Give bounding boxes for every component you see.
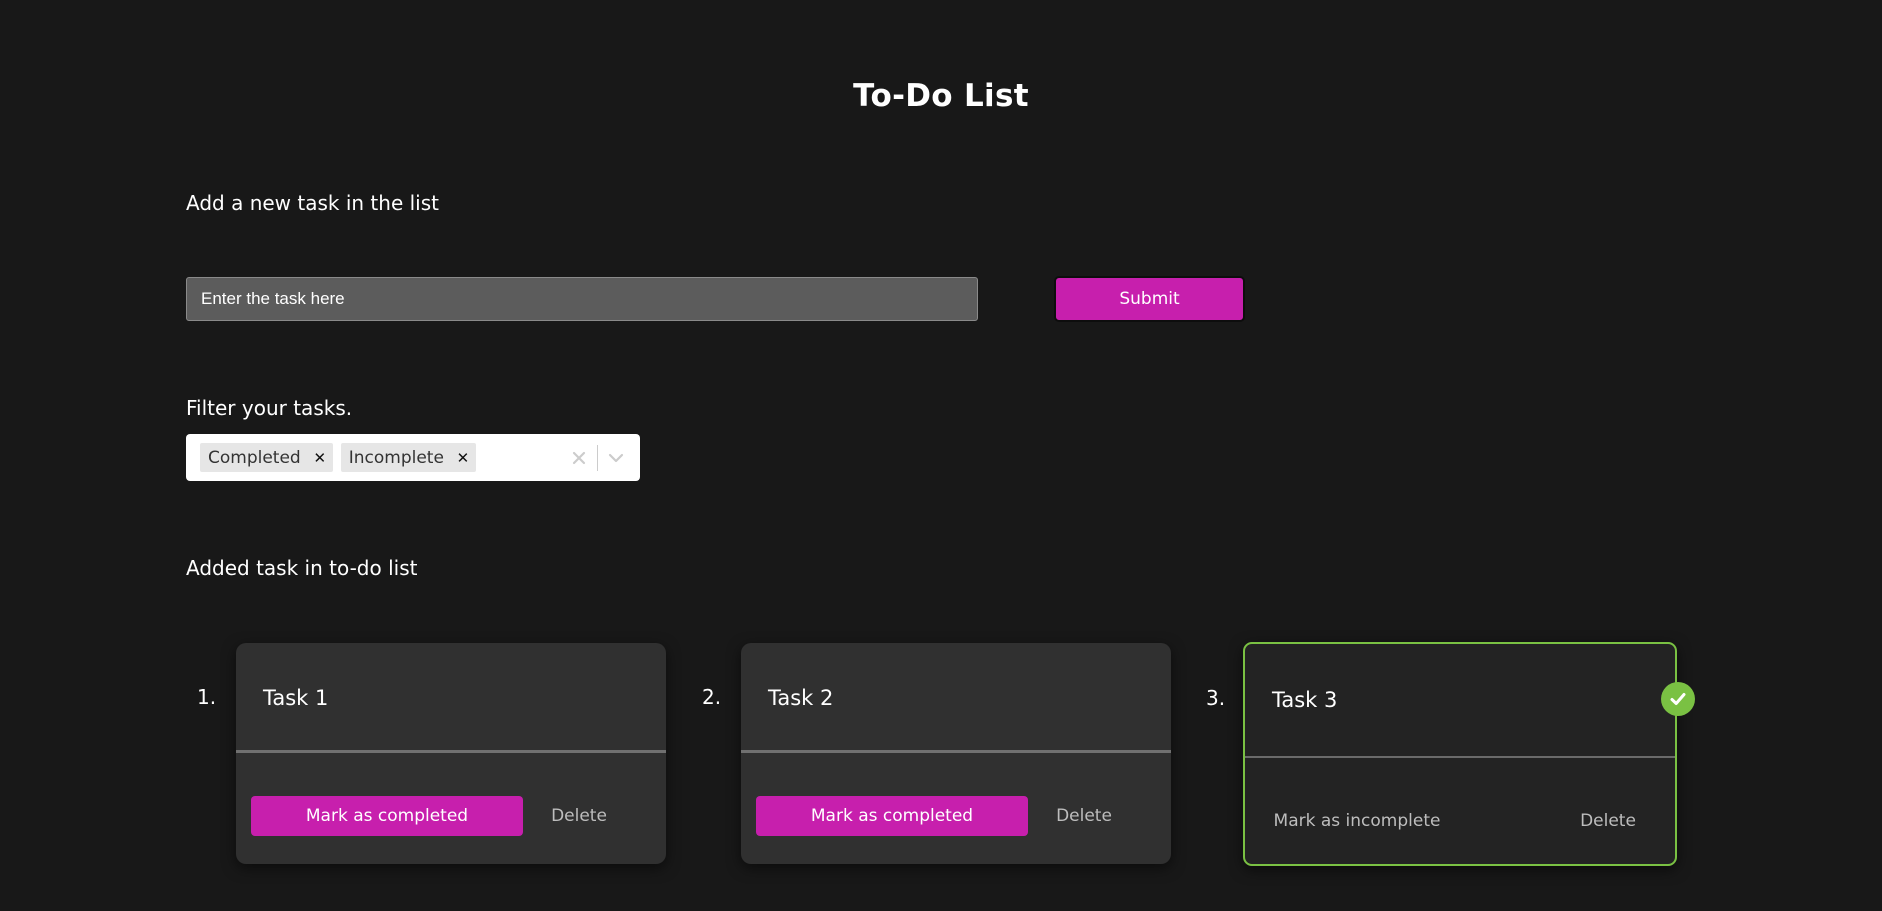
submit-button[interactable]: Submit — [1054, 276, 1245, 322]
delete-button[interactable]: Delete — [1034, 796, 1134, 836]
task-divider — [741, 750, 1171, 753]
filter-chip-label: Completed — [208, 447, 301, 468]
filter-indicators — [561, 434, 634, 481]
filter-chip-completed: Completed ✕ — [200, 443, 333, 472]
filter-heading: Filter your tasks. — [186, 396, 353, 420]
mark-incomplete-button[interactable]: Mark as incomplete — [1257, 801, 1457, 841]
task-card: Task 1 Mark as completed Delete — [236, 643, 666, 864]
task-number: 3. — [1206, 686, 1226, 710]
task-number: 1. — [197, 685, 217, 709]
filter-chip-label: Incomplete — [348, 447, 444, 468]
task-input[interactable] — [186, 277, 978, 321]
mark-completed-button[interactable]: Mark as completed — [756, 796, 1028, 836]
task-name: Task 3 — [1272, 688, 1338, 712]
clear-icon[interactable] — [561, 434, 597, 481]
page-title: To-Do List — [853, 78, 1029, 114]
delete-button[interactable]: Delete — [529, 796, 629, 836]
check-circle-icon — [1661, 682, 1695, 716]
add-task-heading: Add a new task in the list — [186, 191, 439, 215]
filter-selected-values: Completed ✕ Incomplete ✕ — [200, 443, 561, 472]
task-divider — [1245, 756, 1675, 758]
filter-select[interactable]: Completed ✕ Incomplete ✕ — [186, 434, 640, 481]
mark-completed-button[interactable]: Mark as completed — [251, 796, 523, 836]
task-name: Task 2 — [768, 686, 834, 710]
chevron-down-icon[interactable] — [598, 434, 634, 481]
delete-button[interactable]: Delete — [1558, 801, 1658, 841]
close-icon[interactable]: ✕ — [450, 443, 476, 472]
task-card-completed: Task 3 Mark as incomplete Delete — [1243, 642, 1695, 866]
task-divider — [236, 750, 666, 753]
task-number: 2. — [702, 685, 722, 709]
task-list-heading: Added task in to-do list — [186, 556, 418, 580]
filter-chip-incomplete: Incomplete ✕ — [340, 443, 476, 472]
task-name: Task 1 — [263, 686, 329, 710]
task-card: Task 2 Mark as completed Delete — [741, 643, 1171, 864]
close-icon[interactable]: ✕ — [307, 443, 333, 472]
